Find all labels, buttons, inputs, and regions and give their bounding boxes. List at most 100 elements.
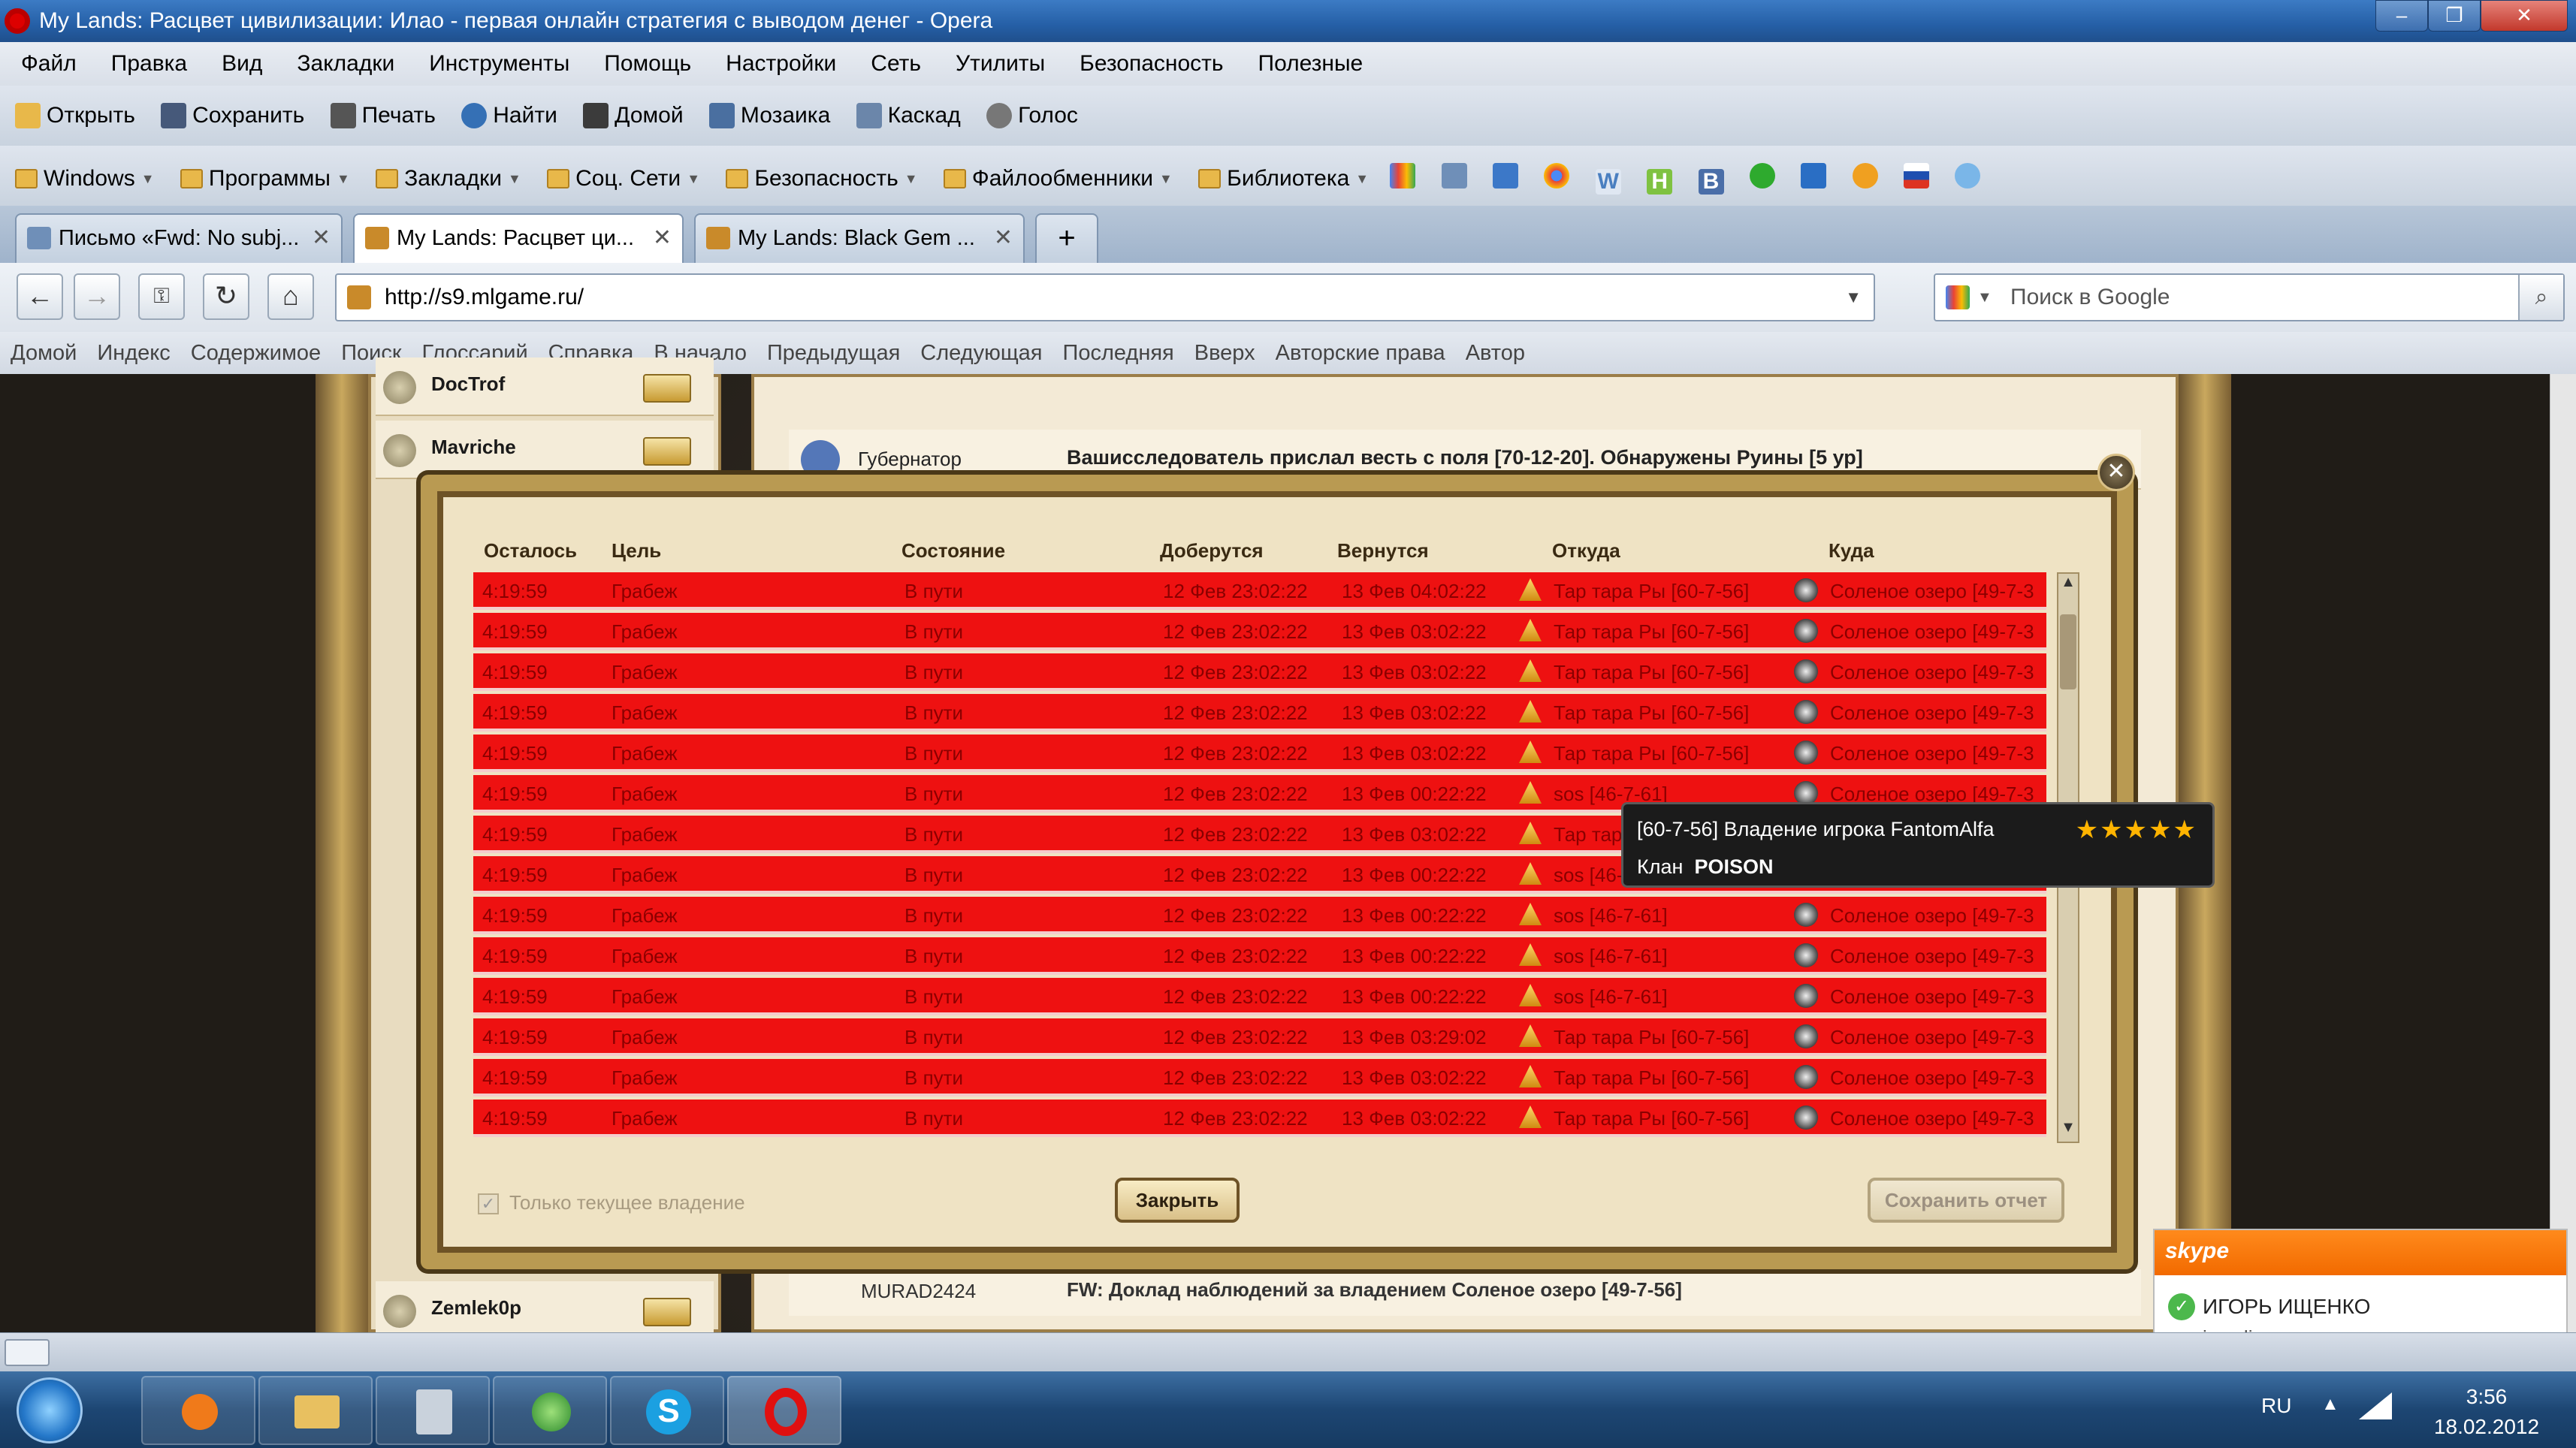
chevron-down-icon[interactable]: ▼ — [1977, 275, 1992, 320]
col-header-target[interactable]: Цель — [612, 539, 661, 563]
col-header-from[interactable]: Откуда — [1552, 539, 1620, 563]
menu-item-useful[interactable]: Полезные — [1258, 42, 1363, 86]
table-row[interactable]: 4:19:59 Грабеж В пути 12 Фев 23:02:22 13 Фев… — [473, 572, 2046, 610]
bookmark-folder-library[interactable]: Библиотека ▼ — [1198, 149, 1369, 209]
panel-toggle-button[interactable] — [5, 1339, 50, 1366]
save-report-button[interactable]: Сохранить отчет — [1868, 1178, 2064, 1223]
key-icon[interactable]: ⚿ — [138, 273, 185, 320]
cell-to[interactable]: Соленое озеро [49-7-3 — [1830, 580, 2034, 603]
nav-author[interactable]: Автор — [1466, 332, 1525, 374]
close-tab-icon[interactable]: ✕ — [312, 215, 331, 261]
nav-previous[interactable]: Предыдущая — [767, 332, 900, 374]
col-header-state[interactable]: Состояние — [901, 539, 1005, 563]
back-icon[interactable]: ← — [17, 273, 63, 320]
table-row[interactable]: 4:19:59 Грабеж В пути 12 Фев 23:02:22 13 Фев… — [473, 653, 2046, 691]
table-row[interactable]: 4:19:59 Грабеж В пути 12 Фев 23:02:22 13 Фев… — [473, 694, 2046, 732]
col-header-to[interactable]: Куда — [1829, 539, 1874, 563]
nav-contents[interactable]: Содержимое — [191, 332, 321, 374]
close-dialog-button[interactable]: Закрыть — [1115, 1178, 1240, 1223]
system-clock[interactable]: 3:56 18.02.2012 — [2411, 1382, 2562, 1442]
menu-item-file[interactable]: Файл — [21, 42, 77, 86]
arrow-bookmark[interactable] — [1801, 146, 1827, 206]
cell-to[interactable]: Соленое озеро [49-7-3 — [1830, 904, 2034, 928]
crown-icon[interactable] — [643, 1298, 691, 1326]
bookmark-folder-windows[interactable]: Windows ▼ — [15, 149, 155, 209]
scroll-up-icon[interactable]: ▲ — [2058, 574, 2078, 596]
home-icon[interactable]: ⌂ — [267, 273, 314, 320]
home-button[interactable]: Домой — [583, 86, 684, 146]
cell-from[interactable]: sos [46-7-61] — [1554, 985, 1668, 1009]
nav-next[interactable]: Следующая — [920, 332, 1042, 374]
nav-index[interactable]: Индекс — [97, 332, 170, 374]
close-tab-icon[interactable]: ✕ — [994, 215, 1013, 261]
signal-icon[interactable] — [2359, 1392, 2392, 1419]
chevron-down-icon[interactable]: ▼ — [1845, 275, 1862, 320]
tab-mylands-blackgem[interactable]: My Lands: Black Gem ... ✕ — [694, 213, 1025, 263]
message-row[interactable]: MURAD2424 FW: Доклад наблюдений за владе… — [789, 1269, 2141, 1316]
tray-expand-icon[interactable]: ▲ — [2321, 1394, 2339, 1415]
page-scrollbar[interactable] — [2550, 374, 2576, 1332]
cell-from[interactable]: Тар тара Ры [60-7-56] — [1554, 1066, 1749, 1090]
cell-from[interactable]: Тар тара Ры [60-7-56] — [1554, 742, 1749, 765]
search-input[interactable]: ▼ Поиск в Google ⌕ — [1934, 273, 2565, 321]
table-row[interactable]: 4:19:59 Грабеж В пути 12 Фев 23:02:22 13 Фев… — [473, 1059, 2046, 1097]
table-row[interactable]: 4:19:59 Грабеж В пути 12 Фев 23:02:22 13 Фев… — [473, 735, 2046, 772]
start-button[interactable] — [17, 1377, 83, 1443]
player-row[interactable]: DocTrof — [376, 357, 714, 416]
chrome-bookmark[interactable] — [1544, 146, 1570, 206]
open-button[interactable]: Открыть — [15, 86, 135, 146]
bookmark-folder-social[interactable]: Соц. Сети ▼ — [547, 149, 700, 209]
chat-bookmark[interactable] — [1852, 146, 1878, 206]
table-row[interactable]: 4:19:59 Грабеж В пути 12 Фев 23:02:22 13 Фев… — [473, 1100, 2046, 1137]
nav-last[interactable]: Последняя — [1063, 332, 1174, 374]
scroll-thumb[interactable] — [2060, 614, 2076, 689]
search-icon[interactable]: ⌕ — [2518, 275, 2563, 320]
close-icon[interactable]: ✕ — [2097, 454, 2135, 491]
print-button[interactable]: Печать — [330, 86, 436, 146]
menu-item-settings[interactable]: Настройки — [726, 42, 836, 86]
google-bookmark[interactable] — [1390, 146, 1416, 206]
scroll-down-icon[interactable]: ▼ — [2058, 1119, 2078, 1142]
cell-to[interactable]: Соленое озеро [49-7-3 — [1830, 742, 2034, 765]
cell-from[interactable]: Тар тара Ры [60-7-56] — [1554, 620, 1749, 644]
cell-from[interactable]: sos [46-7-61] — [1554, 945, 1668, 968]
vk-bookmark[interactable]: B — [1698, 152, 1724, 212]
cell-to[interactable]: Соленое озеро [49-7-3 — [1830, 661, 2034, 684]
h-bookmark[interactable]: H — [1647, 152, 1673, 212]
bookmark-folder-filesharing[interactable]: Файлообменники ▼ — [943, 149, 1173, 209]
media-player-task[interactable] — [141, 1376, 255, 1445]
menu-item-view[interactable]: Вид — [222, 42, 262, 86]
bookmark-folder-programs[interactable]: Программы ▼ — [180, 149, 350, 209]
cell-from[interactable]: Тар тара Ры [60-7-56] — [1554, 580, 1749, 603]
new-tab-button[interactable]: + — [1035, 213, 1098, 263]
cell-to[interactable]: Соленое озеро [49-7-3 — [1830, 945, 2034, 968]
voice-button[interactable]: Голос — [986, 86, 1078, 146]
bookmark-folder-bookmarks[interactable]: Закладки ▼ — [376, 149, 521, 209]
cell-from[interactable]: Тар тара Ры [60-7-56] — [1554, 701, 1749, 725]
player-row[interactable]: Mavriche — [376, 421, 714, 479]
cell-to[interactable]: Соленое озеро [49-7-3 — [1830, 1026, 2034, 1049]
table-row[interactable]: 4:19:59 Грабеж В пути 12 Фев 23:02:22 13 Фев… — [473, 978, 2046, 1015]
save-button[interactable]: Сохранить — [161, 86, 304, 146]
nav-up[interactable]: Вверх — [1194, 332, 1255, 374]
close-window-button[interactable]: ✕ — [2481, 0, 2568, 32]
translate-bookmark[interactable] — [1493, 146, 1519, 206]
bookmark-folder-security[interactable]: Безопасность ▼ — [726, 149, 918, 209]
cell-to[interactable]: Соленое озеро [49-7-3 — [1830, 620, 2034, 644]
menu-item-bookmarks[interactable]: Закладки — [297, 42, 394, 86]
cascade-button[interactable]: Каскад — [856, 86, 961, 146]
nav-copyright[interactable]: Авторские права — [1276, 332, 1445, 374]
play-bookmark[interactable] — [1749, 146, 1775, 206]
mail-bookmark[interactable] — [1441, 146, 1467, 206]
nav-home[interactable]: Домой — [11, 332, 77, 374]
menu-item-security[interactable]: Безопасность — [1080, 42, 1223, 86]
tab-mail[interactable]: Письмо «Fwd: No subj... ✕ — [15, 213, 343, 263]
cell-to[interactable]: Соленое озеро [49-7-3 — [1830, 985, 2034, 1009]
table-row[interactable]: 4:19:59 Грабеж В пути 12 Фев 23:02:22 13 Фев… — [473, 897, 2046, 934]
language-indicator[interactable]: RU — [2261, 1394, 2291, 1418]
gear-bookmark[interactable] — [1955, 146, 1981, 206]
explorer-task[interactable] — [258, 1376, 373, 1445]
tile-button[interactable]: Мозаика — [708, 86, 830, 146]
crown-icon[interactable] — [643, 437, 691, 466]
cell-from[interactable]: sos [46-7-61] — [1554, 904, 1668, 928]
